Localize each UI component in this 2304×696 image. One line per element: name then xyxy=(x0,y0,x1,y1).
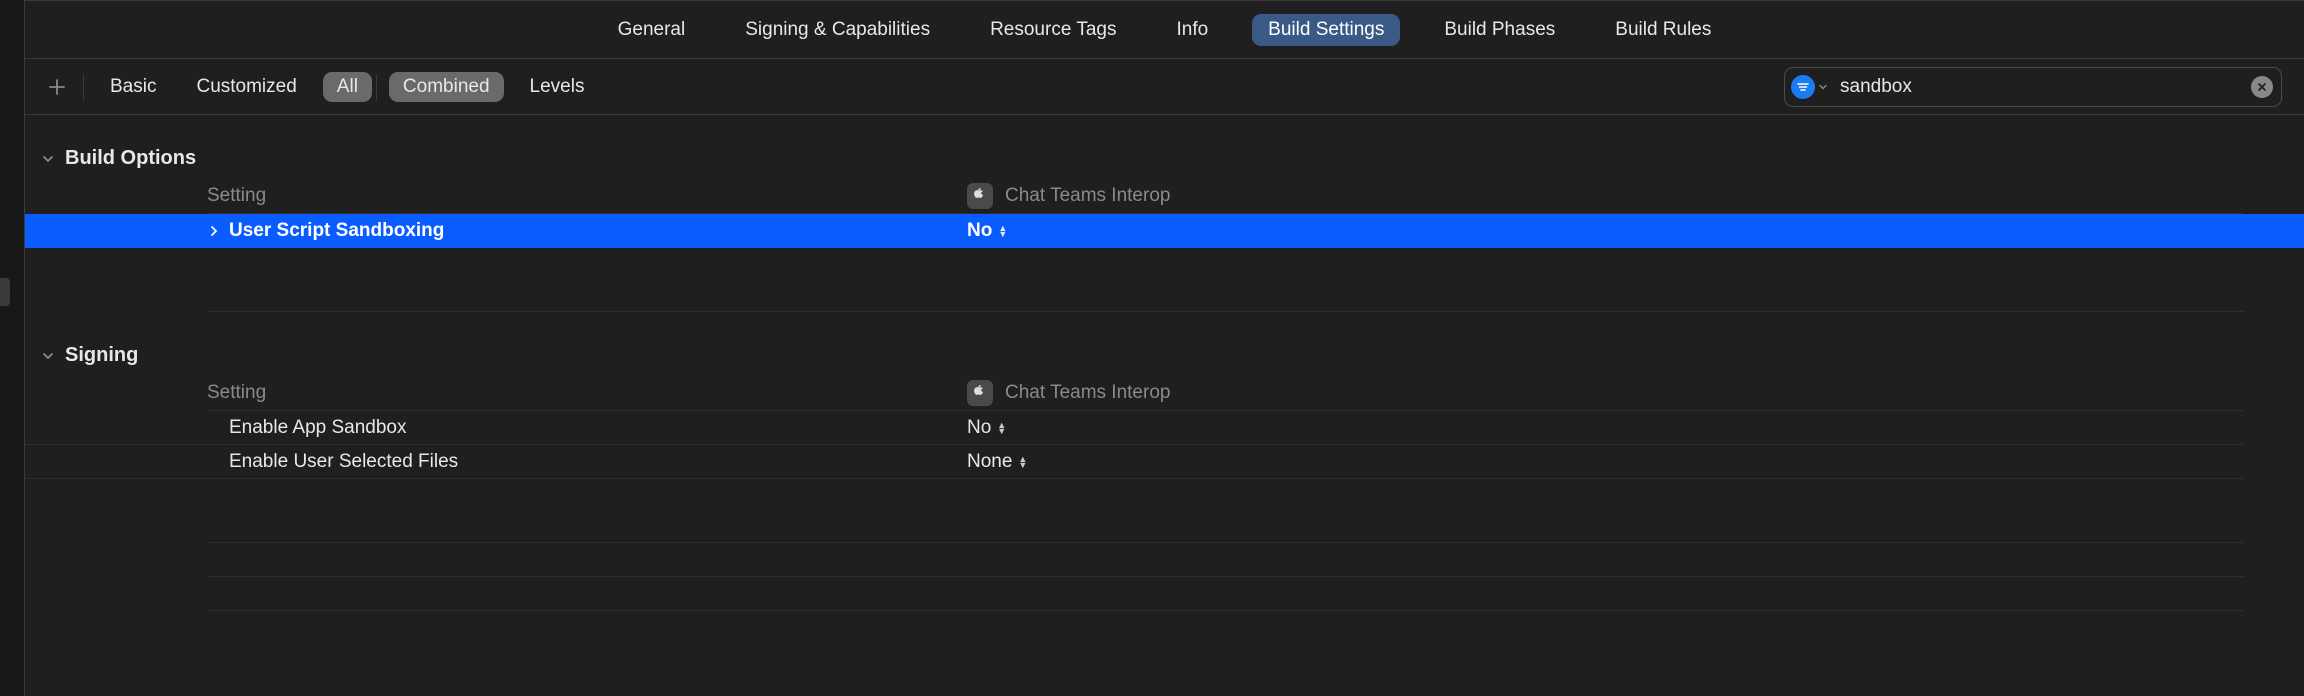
setting-value: No xyxy=(967,220,992,242)
lines-filter-icon xyxy=(1791,75,1815,99)
column-headers: Setting Chat Teams Interop xyxy=(207,178,2244,214)
column-headers: Setting Chat Teams Interop xyxy=(207,375,2244,411)
search-field-wrap xyxy=(1784,67,2282,107)
search-scope-button[interactable] xyxy=(1791,75,1828,99)
add-build-setting-button[interactable] xyxy=(35,69,79,105)
view-mode-segment: Combined Levels xyxy=(389,72,599,102)
setting-value-cell[interactable]: No ▲▼ xyxy=(967,220,2244,242)
settings-content[interactable]: Build Options Setting Chat Teams Interop… xyxy=(25,115,2304,696)
target-name: Chat Teams Interop xyxy=(1005,382,1170,404)
tab-general[interactable]: General xyxy=(602,14,702,46)
setting-value-cell[interactable]: No ▲▼ xyxy=(967,417,2244,439)
tab-build-rules[interactable]: Build Rules xyxy=(1599,14,1727,46)
view-levels[interactable]: Levels xyxy=(516,72,599,102)
section-title: Signing xyxy=(65,344,138,367)
setting-name-label: User Script Sandboxing xyxy=(229,220,444,242)
tab-info[interactable]: Info xyxy=(1160,14,1224,46)
search-input[interactable] xyxy=(1838,75,2241,99)
filter-scope-segment: Basic Customized All xyxy=(96,72,372,102)
clear-search-button[interactable] xyxy=(2251,76,2273,98)
plus-icon xyxy=(48,78,66,96)
filter-bar: Basic Customized All Combined Levels xyxy=(25,59,2304,115)
empty-rows xyxy=(207,278,2244,312)
app-target-icon xyxy=(967,380,993,406)
gutter-indicator xyxy=(0,278,10,306)
column-header-setting: Setting xyxy=(207,185,967,207)
tab-build-settings[interactable]: Build Settings xyxy=(1252,14,1400,46)
separator xyxy=(376,74,377,100)
setting-value: None xyxy=(967,451,1012,473)
empty-rows xyxy=(207,509,2244,611)
app-target-icon xyxy=(967,183,993,209)
tab-signing-capabilities[interactable]: Signing & Capabilities xyxy=(729,14,946,46)
column-header-target: Chat Teams Interop xyxy=(967,183,2244,209)
chevron-down-icon xyxy=(1818,82,1828,92)
setting-row-enable-app-sandbox[interactable]: Enable App Sandbox No ▲▼ xyxy=(25,411,2244,445)
chevron-down-icon xyxy=(41,349,55,363)
updown-stepper-icon: ▲▼ xyxy=(997,422,1006,434)
updown-stepper-icon: ▲▼ xyxy=(998,225,1007,237)
setting-row-enable-user-selected-files[interactable]: Enable User Selected Files None ▲▼ xyxy=(25,445,2244,479)
section-header-signing[interactable]: Signing xyxy=(25,312,2304,375)
tab-build-phases[interactable]: Build Phases xyxy=(1428,14,1571,46)
chevron-right-icon[interactable] xyxy=(207,225,221,237)
close-icon xyxy=(2257,82,2267,92)
filter-basic[interactable]: Basic xyxy=(96,72,170,102)
filter-customized[interactable]: Customized xyxy=(182,72,310,102)
separator xyxy=(83,74,84,100)
build-settings-editor: General Signing & Capabilities Resource … xyxy=(24,0,2304,696)
view-combined[interactable]: Combined xyxy=(389,72,504,102)
setting-value-cell[interactable]: None ▲▼ xyxy=(967,451,2244,473)
setting-value: No xyxy=(967,417,991,439)
setting-name-label: Enable App Sandbox xyxy=(229,417,407,439)
section-title: Build Options xyxy=(65,147,196,170)
filter-all[interactable]: All xyxy=(323,72,372,102)
chevron-down-icon xyxy=(41,152,55,166)
column-header-setting: Setting xyxy=(207,382,967,404)
updown-stepper-icon: ▲▼ xyxy=(1018,456,1027,468)
tab-resource-tags[interactable]: Resource Tags xyxy=(974,14,1132,46)
target-name: Chat Teams Interop xyxy=(1005,185,1170,207)
editor-tabs: General Signing & Capabilities Resource … xyxy=(25,1,2304,59)
section-header-build-options[interactable]: Build Options xyxy=(25,115,2304,178)
setting-row-user-script-sandboxing[interactable]: User Script Sandboxing No ▲▼ xyxy=(25,214,2304,248)
setting-name-label: Enable User Selected Files xyxy=(229,451,458,473)
column-header-target: Chat Teams Interop xyxy=(967,380,2244,406)
